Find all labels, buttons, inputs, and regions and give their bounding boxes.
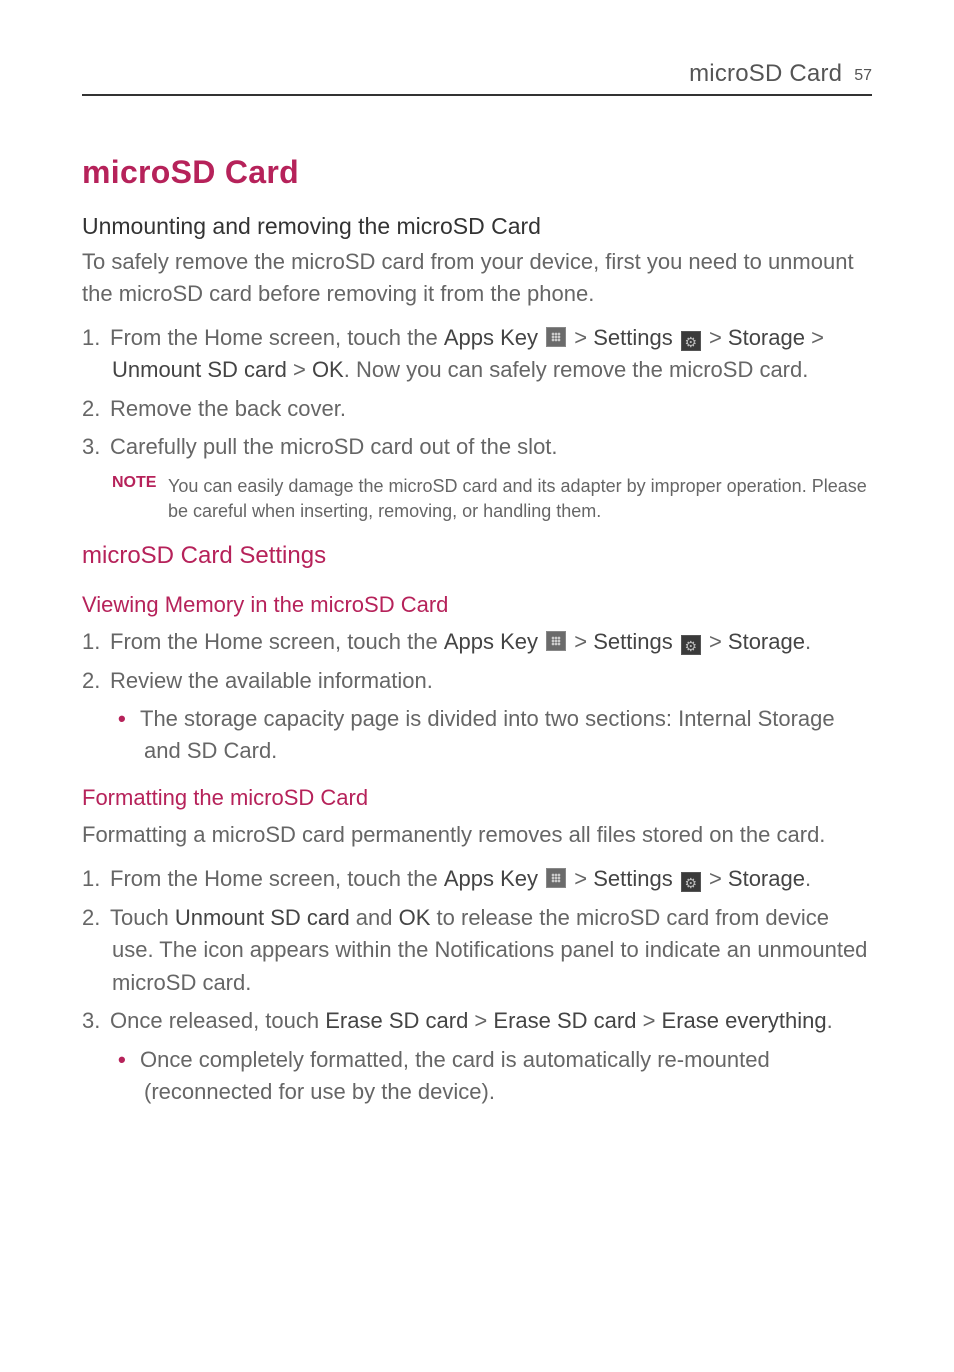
text: Review the available information. [110,668,433,693]
text: . [805,629,811,654]
note-label: NOTE [112,474,168,492]
list-item: 1. From the Home screen, touch the Apps … [82,322,872,387]
settings-icon: ⚙ [681,635,701,655]
bold-text: Erase SD card [325,1008,468,1033]
bullet-icon: • [118,703,140,735]
bold-text: Apps Key [444,325,538,350]
list-viewing: 1. From the Home screen, touch the Apps … [82,626,872,767]
apps-key-icon [546,327,566,347]
bold-text: OK [399,905,431,930]
bold-text: Storage [728,866,805,891]
text: > [805,325,824,350]
text: Carefully pull the microSD card out of t… [110,434,558,459]
intro-unmount: To safely remove the microSD card from y… [82,246,872,310]
list-item: 2. Touch Unmount SD card and OK to relea… [82,902,872,1000]
text: The storage capacity page is divided int… [140,706,835,763]
step-number: 1. [82,322,110,355]
page-header: microSD Card 57 [82,60,872,96]
list-unmount: 1. From the Home screen, touch the Apps … [82,322,872,464]
bold-text: Storage [728,325,805,350]
list-item: 1. From the Home screen, touch the Apps … [82,863,872,896]
bold-text: Settings [593,629,673,654]
text: . [805,866,811,891]
text: > [568,866,593,891]
text: Once completely formatted, the card is a… [140,1047,770,1104]
bold-text: Unmount SD card [175,905,350,930]
text: > [568,325,593,350]
step-number: 2. [82,902,110,935]
text: . Now you can safely remove the microSD … [344,357,809,382]
heading-settings: microSD Card Settings [82,542,872,570]
text: From the Home screen, touch the [110,325,444,350]
bullet-item: •The storage capacity page is divided in… [82,703,872,767]
bullet-item: •Once completely formatted, the card is … [82,1044,872,1108]
bold-text: OK [312,357,344,382]
text: > [287,357,312,382]
settings-icon: ⚙ [681,872,701,892]
list-item: 1. From the Home screen, touch the Apps … [82,626,872,659]
bold-text: Apps Key [444,866,538,891]
text: > [568,629,593,654]
step-number: 3. [82,1005,110,1038]
list-item: 3. Once released, touch Erase SD card > … [82,1005,872,1038]
text: Remove the back cover. [110,396,346,421]
note-text: You can easily damage the microSD card a… [168,474,872,524]
header-title: microSD Card [689,60,842,88]
step-number: 3. [82,431,110,464]
section-viewing: Viewing Memory in the microSD Card 1. Fr… [82,592,872,767]
list-item: 2. Review the available information. [82,665,872,698]
step-number: 1. [82,626,110,659]
text: From the Home screen, touch the [110,866,444,891]
bold-text: Unmount SD card [112,357,287,382]
list-formatting: 1. From the Home screen, touch the Apps … [82,863,872,1108]
text: Touch [110,905,175,930]
text: > [636,1008,661,1033]
header-page-number: 57 [854,67,872,85]
text: > [703,325,728,350]
heading-unmount: Unmounting and removing the microSD Card [82,213,872,240]
text: > [703,866,728,891]
bold-text: Settings [593,325,673,350]
bullet-icon: • [118,1044,140,1076]
text: > [703,629,728,654]
bold-text: Erase everything [662,1008,827,1033]
heading-formatting: Formatting the microSD Card [82,785,872,811]
apps-key-icon [546,868,566,888]
section-formatting: Formatting the microSD Card Formatting a… [82,785,872,1107]
page-content: microSD Card 57 microSD Card Unmounting … [0,0,954,1108]
settings-icon: ⚙ [681,331,701,351]
text: Once released, touch [110,1008,325,1033]
text: From the Home screen, touch the [110,629,444,654]
page-title: microSD Card [82,154,872,191]
text: . [827,1008,833,1033]
note-block: NOTE You can easily damage the microSD c… [82,474,872,524]
list-item: 3. Carefully pull the microSD card out o… [82,431,872,464]
apps-key-icon [546,631,566,651]
section-unmount: Unmounting and removing the microSD Card… [82,213,872,524]
step-number: 2. [82,665,110,698]
text: and [350,905,399,930]
step-number: 1. [82,863,110,896]
bold-text: Apps Key [444,629,538,654]
bold-text: Erase SD card [493,1008,636,1033]
bold-text: Storage [728,629,805,654]
heading-viewing: Viewing Memory in the microSD Card [82,592,872,618]
text: > [468,1008,493,1033]
bold-text: Settings [593,866,673,891]
list-item: 2. Remove the back cover. [82,393,872,426]
intro-formatting: Formatting a microSD card permanently re… [82,819,872,851]
step-number: 2. [82,393,110,426]
